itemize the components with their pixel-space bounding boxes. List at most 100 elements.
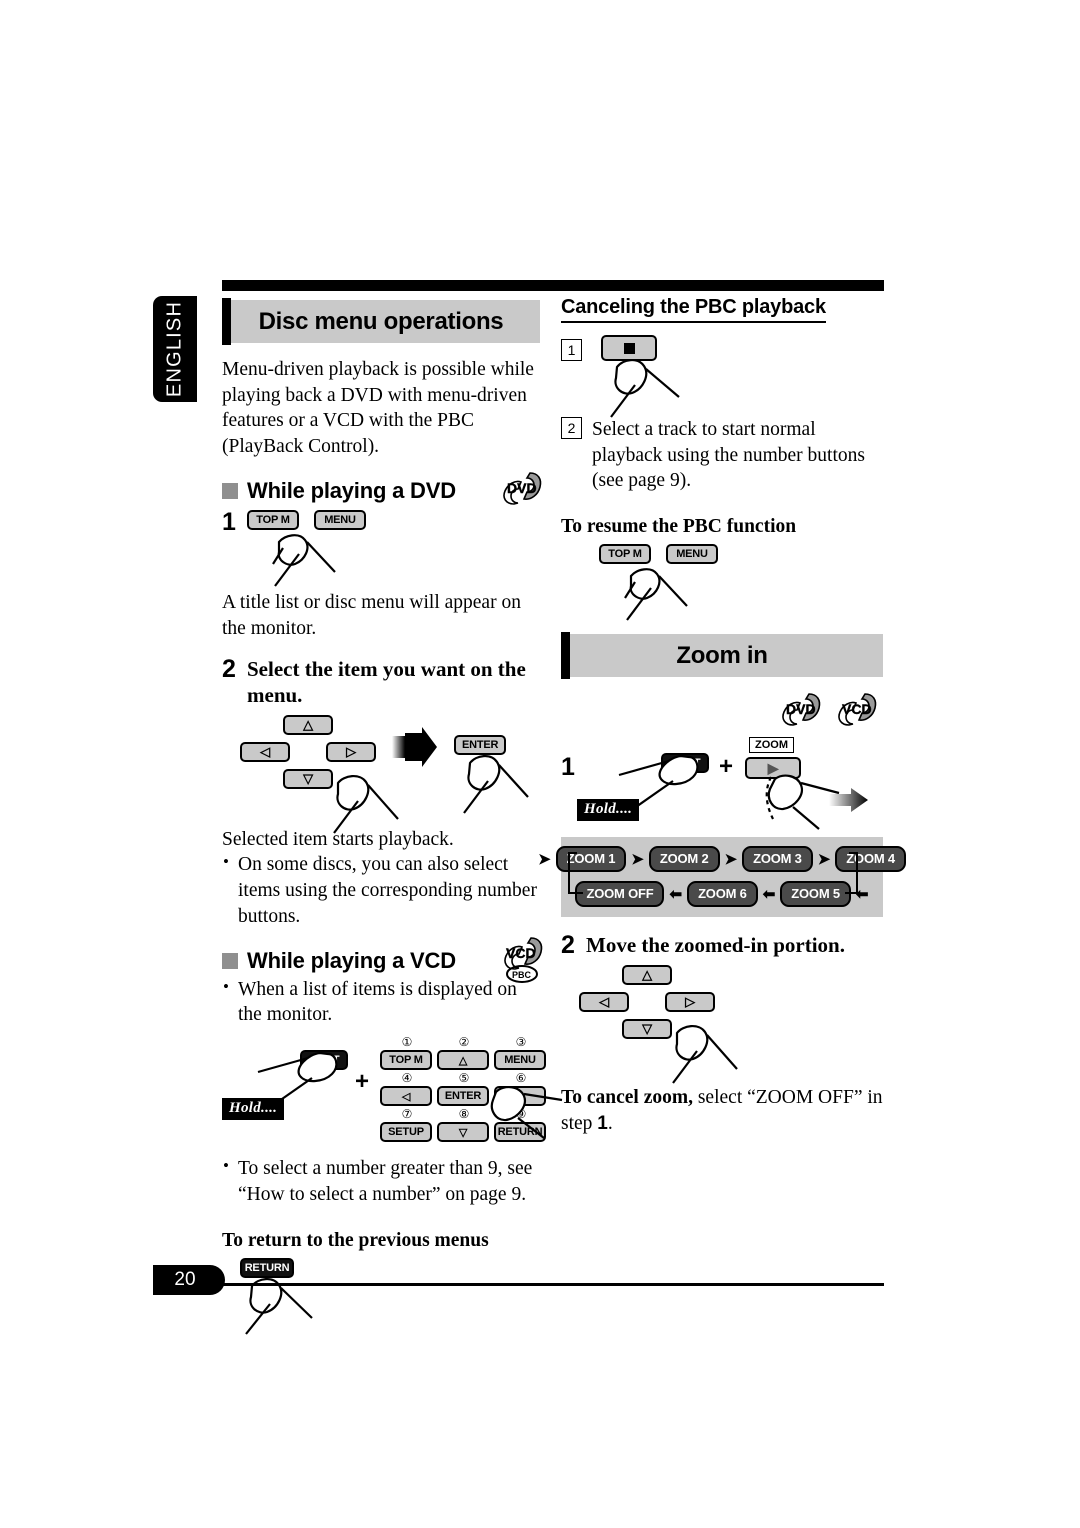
key-menu[interactable]: MENU <box>666 544 718 565</box>
keypad-cell: ⑦ SETUP <box>380 1107 434 1143</box>
key-left[interactable]: ◁ <box>579 991 629 1012</box>
key-top-m[interactable]: TOP M <box>247 509 299 530</box>
key-down[interactable]: ▽ <box>622 1018 672 1039</box>
hold-badge: Hold.... <box>222 1098 285 1121</box>
key-left-label: ◁ <box>599 994 609 1010</box>
vcd-disc-icon: VCD <box>835 691 881 733</box>
language-tab-label: ENGLISH <box>163 300 186 398</box>
vcd-number-keypad: ① TOP M ② △ ③ MENU ④ ◁ ⑤ ENTER ⑥ ▷ ⑦ SET… <box>380 1035 548 1143</box>
top-rule <box>222 280 884 291</box>
key-menu[interactable]: MENU <box>494 1050 546 1071</box>
cycle-arrow-right-icon: ➤ <box>538 850 551 868</box>
key-shift[interactable]: SHIFT <box>661 753 709 774</box>
dvd-step-1: 1 TOP M MENU <box>222 509 540 596</box>
flow-arrow-icon <box>829 788 868 813</box>
zoom-cycle-row-1: ➤ ZOOM 1 ➤ ZOOM 2 ➤ ZOOM 3 ➤ ZOOM 4 <box>538 846 906 873</box>
key-right-label: ▷ <box>685 994 695 1010</box>
keypad-number-label: ⑦ <box>401 1107 413 1122</box>
key-up[interactable]: △ <box>283 714 333 735</box>
keypad-cell: ⑤ ENTER <box>437 1072 491 1107</box>
keypad-number-label: ③ <box>515 1035 527 1050</box>
key-up[interactable]: △ <box>622 964 672 985</box>
finger-pointer-icon <box>610 359 680 418</box>
zoom-chip: ZOOM 1 <box>555 846 627 873</box>
zoom-step-2: 2 Move the zoomed-in portion. <box>561 933 883 959</box>
cycle-arrow-left-icon: ⬅ <box>855 885 869 903</box>
keypad-number-label: ⑨ <box>515 1107 527 1122</box>
zoom-disc-badges: DVD VCD <box>561 691 883 737</box>
key-right[interactable]: ▷ <box>665 991 715 1012</box>
dvd-step-2-controls: △ ◁ ▷ ▽ ENTER <box>222 714 540 834</box>
vcd-bullets-bottom: To select a number greater than 9, see “… <box>222 1155 540 1207</box>
key-shift[interactable]: SHIFT <box>300 1050 348 1071</box>
list-item: On some discs, you can also select items… <box>222 851 540 929</box>
key-enter[interactable]: ENTER <box>454 734 507 755</box>
key-top-m[interactable]: TOP M <box>380 1050 432 1071</box>
dvd-disc-icon: DVD <box>779 691 825 733</box>
key-left[interactable]: ◁ <box>240 741 290 762</box>
footer-rule <box>222 1283 884 1286</box>
cancel-zoom-step-number: 1 <box>597 1112 608 1134</box>
keypad-number-label: ② <box>458 1035 470 1050</box>
intro-paragraph: Menu-driven playback is possible while p… <box>222 359 534 458</box>
list-item: To select a number greater than 9, see “… <box>222 1155 540 1207</box>
key-down-label: ▽ <box>303 771 313 787</box>
zoom-chip: ZOOM 2 <box>648 846 720 873</box>
heading-return-previous-menus: To return to the previous menus <box>222 1229 489 1251</box>
dvd-step-2-bullets: On some discs, you can also select items… <box>222 851 540 929</box>
key-right[interactable]: ▷ <box>494 1086 546 1107</box>
bullet-square-icon <box>222 482 238 499</box>
right-column: Canceling the PBC playback 1 2 Select a … <box>538 296 906 1142</box>
cycle-arrow-right-icon: ➤ <box>724 850 738 868</box>
manual-page: ENGLISH Disc menu operations Menu-driven… <box>0 0 1080 1528</box>
heading-while-playing-vcd-label: While playing a VCD <box>247 947 456 973</box>
stop-button-icon[interactable] <box>601 335 657 361</box>
key-left[interactable]: ◁ <box>380 1086 432 1107</box>
section-title-disc-menu: Disc menu operations <box>258 307 504 335</box>
pbc-step-2-number: 2 <box>561 417 582 439</box>
cancel-zoom-end: . <box>607 1112 613 1134</box>
key-up[interactable]: △ <box>437 1050 489 1071</box>
key-menu[interactable]: MENU <box>314 509 366 530</box>
key-down-label: ▽ <box>642 1021 652 1037</box>
key-return[interactable]: RETURN <box>240 1257 294 1278</box>
section-banner-disc-menu: Disc menu operations <box>222 298 540 345</box>
key-right[interactable]: ▷ <box>326 741 376 762</box>
finger-pointer-icon <box>463 754 529 814</box>
pbc-step-1-number: 1 <box>561 339 582 361</box>
dvd-step-2-number: 2 <box>222 655 236 684</box>
key-down[interactable]: ▽ <box>283 768 333 789</box>
zoom-chip: ZOOM 5 <box>780 881 851 908</box>
left-column: Disc menu operations Menu-driven playbac… <box>222 298 563 1338</box>
zoom-step-2-controls: △ ◁ ▷ ▽ <box>561 964 883 1084</box>
zoom-chip: ZOOM OFF <box>575 881 665 908</box>
key-return[interactable]: RETURN <box>494 1122 546 1143</box>
cycle-arrow-right-icon: ➤ <box>817 850 831 868</box>
key-zoom-right[interactable]: ▶ <box>745 757 801 780</box>
cancel-zoom-bold: To cancel zoom, <box>561 1086 693 1108</box>
pbc-step-2: 2 Select a track to start normal playbac… <box>561 417 883 494</box>
bullet-square-icon <box>222 952 238 969</box>
key-setup[interactable]: SETUP <box>380 1122 432 1143</box>
keypad-number-label: ⑧ <box>458 1107 470 1122</box>
vcd-shift-keypad-graphic: SHIFT Hold.... + ① TOP M ② △ ③ MENU ④ ◁ … <box>222 1036 563 1144</box>
key-enter[interactable]: ENTER <box>437 1086 489 1107</box>
key-zoom-glyph: ▶ <box>767 759 779 776</box>
key-up-label: △ <box>642 967 652 983</box>
keypad-cell: ⑥ ▷ <box>494 1071 548 1107</box>
cancel-zoom-text: To cancel zoom, select “ZOOM OFF” in ste… <box>561 1085 883 1136</box>
dvd-step-2: 2 Select the item you want on the menu. <box>222 657 540 708</box>
keypad-number-label: ⑥ <box>515 1071 527 1086</box>
key-top-m[interactable]: TOP M <box>599 544 651 565</box>
pbc-step-2-text: Select a track to start normal playback … <box>592 419 865 492</box>
zoom-cycle-row-2: ZOOM OFF ⬅ ZOOM 6 ⬅ ZOOM 5 ⬅ <box>571 881 873 908</box>
keypad-number-label: ④ <box>401 1071 413 1086</box>
page-number: 20 <box>153 1265 225 1295</box>
finger-pointer-icon <box>245 1277 313 1335</box>
svg-text:VCD: VCD <box>506 945 536 961</box>
key-down[interactable]: ▽ <box>437 1122 489 1143</box>
heading-while-playing-dvd: While playing a DVD <box>222 478 540 504</box>
key-right-label: ▷ <box>346 744 356 760</box>
cycle-arrow-left-icon: ⬅ <box>669 885 683 903</box>
finger-pointer-icon <box>272 534 336 587</box>
